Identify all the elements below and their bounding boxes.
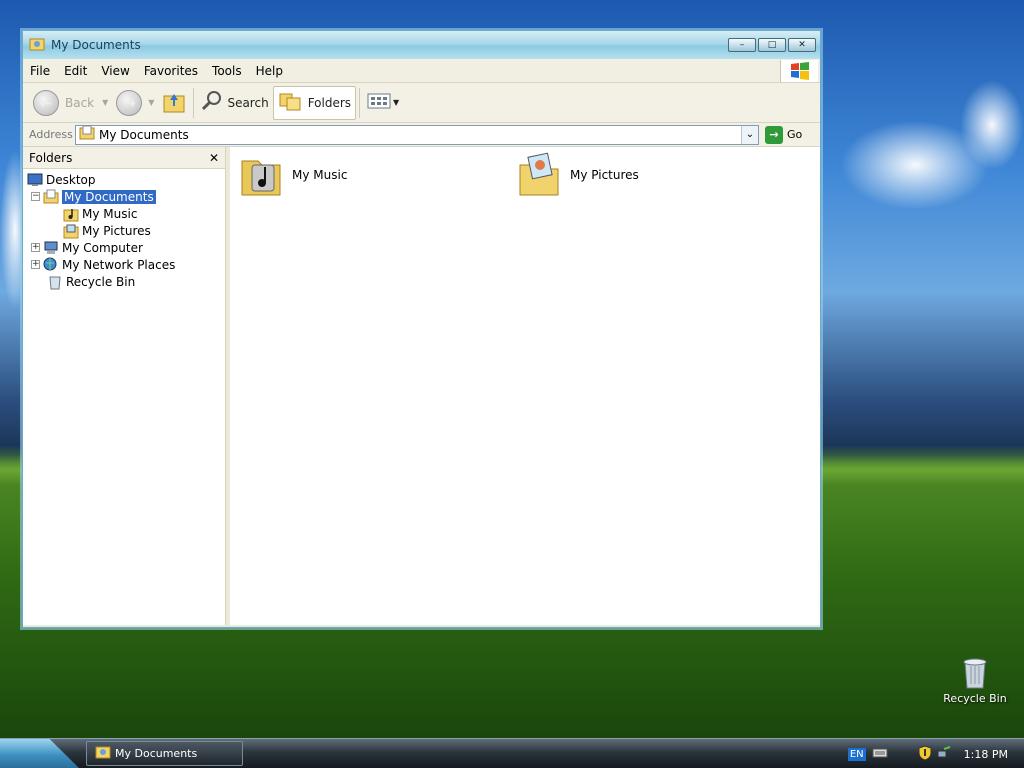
- tree-item-my-pictures[interactable]: My Pictures: [23, 222, 225, 239]
- tree-item-my-music[interactable]: My Music: [23, 205, 225, 222]
- address-bar: Address My Documents ⌄ → Go: [23, 123, 820, 147]
- folder-icon: [29, 36, 45, 55]
- music-folder-icon: [63, 206, 79, 222]
- tree-item-label: Recycle Bin: [66, 274, 136, 289]
- search-icon: [201, 90, 223, 115]
- file-view: My Music My Pictures: [230, 147, 820, 625]
- go-button[interactable]: → Go: [765, 125, 803, 144]
- window-title: My Documents: [51, 38, 141, 52]
- folders-button[interactable]: Folders: [272, 85, 357, 120]
- menu-file[interactable]: File: [23, 64, 57, 78]
- dropdown-arrow-icon[interactable]: ▼: [148, 98, 154, 107]
- folder-icon: [95, 744, 111, 763]
- chevron-down-icon[interactable]: ⌄: [741, 125, 758, 144]
- menu-bar: File Edit View Favorites Tools Help: [23, 59, 820, 83]
- window-controls: – □ ✕: [728, 38, 816, 52]
- forward-button[interactable]: → ▼: [112, 86, 158, 120]
- go-arrow-icon: →: [765, 125, 783, 144]
- system-tray: EN 1:18 PM: [847, 739, 1024, 768]
- start-button[interactable]: [0, 739, 80, 768]
- file-item-label: My Pictures: [570, 168, 639, 182]
- tree-item-recycle-bin[interactable]: Recycle Bin: [23, 273, 225, 290]
- folders-pane-header: Folders ✕: [23, 147, 225, 169]
- up-button[interactable]: [158, 86, 190, 120]
- recycle-bin-icon: [959, 656, 991, 689]
- desktop-icon: [27, 172, 43, 188]
- menu-view[interactable]: View: [94, 64, 136, 78]
- minimize-button[interactable]: –: [728, 38, 756, 52]
- music-folder-icon: [238, 151, 286, 199]
- file-item-my-pictures[interactable]: My Pictures: [516, 151, 639, 199]
- tree-item-desktop[interactable]: Desktop: [23, 171, 225, 188]
- dropdown-arrow-icon[interactable]: ▼: [102, 98, 108, 107]
- back-label: Back: [65, 95, 95, 110]
- tree-item-my-documents[interactable]: − My Documents: [23, 188, 225, 205]
- language-indicator[interactable]: EN: [847, 747, 866, 761]
- views-button[interactable]: ▼: [363, 86, 403, 120]
- tree-item-label: My Network Places: [62, 257, 176, 272]
- tree-item-label: My Pictures: [82, 223, 151, 238]
- menu-help[interactable]: Help: [249, 64, 290, 78]
- taskbar-button-my-documents[interactable]: My Documents: [86, 741, 243, 766]
- go-label: Go: [787, 128, 803, 141]
- up-folder-icon: [162, 88, 186, 117]
- tree-item-label: My Documents: [62, 189, 156, 204]
- tree-item-label: Desktop: [46, 172, 96, 187]
- forward-arrow-icon: →: [116, 89, 143, 116]
- tree-item-my-network-places[interactable]: + My Network Places: [23, 256, 225, 273]
- security-shield-icon[interactable]: [918, 744, 932, 764]
- menu-tools[interactable]: Tools: [205, 64, 249, 78]
- tree-item-label: My Computer: [62, 240, 143, 255]
- menu-favorites[interactable]: Favorites: [137, 64, 205, 78]
- pictures-folder-icon: [63, 223, 79, 239]
- file-item-label: My Music: [292, 168, 348, 182]
- clock[interactable]: 1:18 PM: [964, 748, 1008, 761]
- windows-logo-icon: [780, 60, 818, 82]
- recycle-bin-icon: [47, 274, 63, 290]
- menu-edit[interactable]: Edit: [57, 64, 94, 78]
- standard-toolbar: ← Back ▼ → ▼ Search Folders ▼: [23, 83, 820, 123]
- desktop-recycle-bin[interactable]: Recycle Bin: [936, 656, 1014, 705]
- views-icon: [367, 92, 391, 113]
- file-item-my-music[interactable]: My Music: [238, 151, 347, 199]
- address-label: Address: [29, 128, 73, 141]
- tree-item-label: My Music: [82, 206, 138, 221]
- dropdown-arrow-icon: ▼: [393, 98, 400, 107]
- network-icon[interactable]: [936, 745, 952, 764]
- computer-icon: [43, 240, 59, 256]
- keyboard-icon[interactable]: [872, 747, 888, 762]
- search-label: Search: [227, 95, 269, 110]
- close-button[interactable]: ✕: [788, 38, 816, 52]
- back-button[interactable]: ← Back ▼: [29, 86, 112, 120]
- maximize-button[interactable]: □: [758, 38, 786, 52]
- expand-icon[interactable]: +: [31, 243, 40, 252]
- explorer-window: My Documents – □ ✕ File Edit View Favori…: [22, 30, 821, 628]
- toolbar-separator: [359, 87, 361, 118]
- address-input[interactable]: My Documents ⌄: [75, 124, 759, 145]
- explorer-body: Folders ✕ Desktop − My Documents My Musi…: [23, 147, 820, 625]
- pictures-folder-icon: [516, 151, 564, 199]
- tree-item-my-computer[interactable]: + My Computer: [23, 239, 225, 256]
- wallpaper-cloud: [960, 80, 1024, 170]
- search-button[interactable]: Search: [197, 86, 272, 120]
- close-icon[interactable]: ✕: [209, 151, 219, 165]
- folders-pane: Folders ✕ Desktop − My Documents My Musi…: [23, 147, 226, 625]
- toolbar-separator: [193, 87, 195, 118]
- title-bar[interactable]: My Documents – □ ✕: [23, 31, 820, 59]
- folders-pane-title: Folders: [29, 150, 73, 165]
- desktop-icon-label: Recycle Bin: [943, 692, 1007, 705]
- my-documents-icon: [43, 189, 59, 205]
- folder-tree: Desktop − My Documents My Music My Pictu…: [23, 169, 225, 290]
- taskbar: My Documents EN 1:18 PM: [0, 738, 1024, 768]
- network-icon: [43, 257, 59, 273]
- address-value: My Documents: [99, 127, 189, 142]
- expand-icon[interactable]: +: [31, 260, 40, 269]
- taskbar-button-label: My Documents: [115, 747, 198, 760]
- folders-label: Folders: [307, 95, 352, 110]
- folders-icon: [278, 90, 302, 115]
- my-documents-icon: [79, 125, 95, 144]
- collapse-icon[interactable]: −: [31, 192, 40, 201]
- back-arrow-icon: ←: [33, 89, 59, 116]
